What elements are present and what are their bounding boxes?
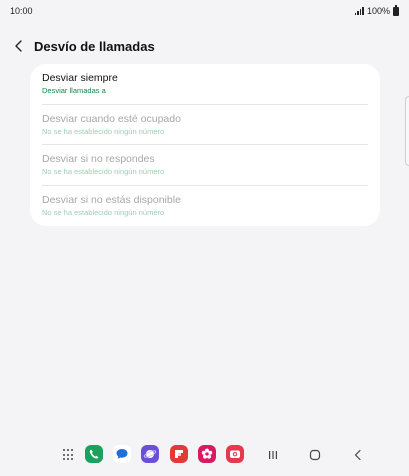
back-nav-button[interactable]: [349, 446, 367, 464]
messages-icon[interactable]: [113, 445, 131, 463]
edge-panel-handle[interactable]: [405, 96, 409, 166]
call-forwarding-options: Desviar siempre Desviar llamadas a Desvi…: [30, 64, 380, 226]
recents-icon: [269, 451, 277, 459]
taskbar: [0, 444, 409, 466]
option-title: Desviar siempre: [42, 72, 118, 85]
option-forward-always[interactable]: Desviar siempre Desviar llamadas a: [42, 64, 368, 105]
flipboard-icon[interactable]: [170, 445, 188, 463]
chat-bubble-icon: [116, 449, 128, 459]
option-subtitle: No se ha establecido ningún número: [42, 167, 165, 177]
camera-glyph-icon: [230, 450, 240, 458]
planet-icon: [143, 450, 157, 458]
flower-icon: [201, 448, 213, 459]
phone-icon[interactable]: [85, 445, 103, 463]
chevron-left-icon: [354, 449, 361, 461]
flipboard-glyph-icon: [175, 450, 183, 458]
status-indicators: 100%: [354, 4, 399, 16]
option-forward-unreachable[interactable]: Desviar si no estás disponible No se ha …: [42, 186, 368, 227]
home-button[interactable]: [306, 446, 324, 464]
option-title: Desviar cuando esté ocupado: [42, 112, 181, 125]
battery-percent: 100%: [366, 6, 390, 16]
phone-glyph-icon: [89, 449, 99, 459]
status-time: 10:00: [10, 6, 33, 16]
option-forward-when-busy[interactable]: Desviar cuando esté ocupado No se ha est…: [42, 105, 368, 145]
back-button[interactable]: [8, 35, 30, 57]
option-subtitle: No se ha establecido ningún número: [42, 208, 165, 218]
internet-icon[interactable]: [141, 445, 159, 463]
option-forward-no-answer[interactable]: Desviar si no respondes No se ha estable…: [42, 145, 368, 186]
apps-grid-icon[interactable]: [63, 449, 75, 461]
battery-icon: [393, 4, 399, 16]
option-subtitle: No se ha establecido ningún número: [42, 126, 165, 136]
app-header: Desvío de llamadas: [0, 34, 409, 58]
status-bar: 10:00 100%: [0, 0, 409, 22]
blossom-icon[interactable]: [198, 445, 216, 463]
option-title: Desviar si no respondes: [42, 153, 155, 166]
home-icon: [309, 449, 321, 461]
page-title: Desvío de llamadas: [34, 38, 155, 54]
signal-icon: [354, 7, 364, 15]
option-subtitle: Desviar llamadas a: [42, 86, 106, 96]
option-title: Desviar si no estás disponible: [42, 194, 181, 207]
chevron-left-icon: [15, 40, 22, 52]
recent-apps-button[interactable]: [264, 446, 282, 464]
camera-icon[interactable]: [226, 445, 244, 463]
